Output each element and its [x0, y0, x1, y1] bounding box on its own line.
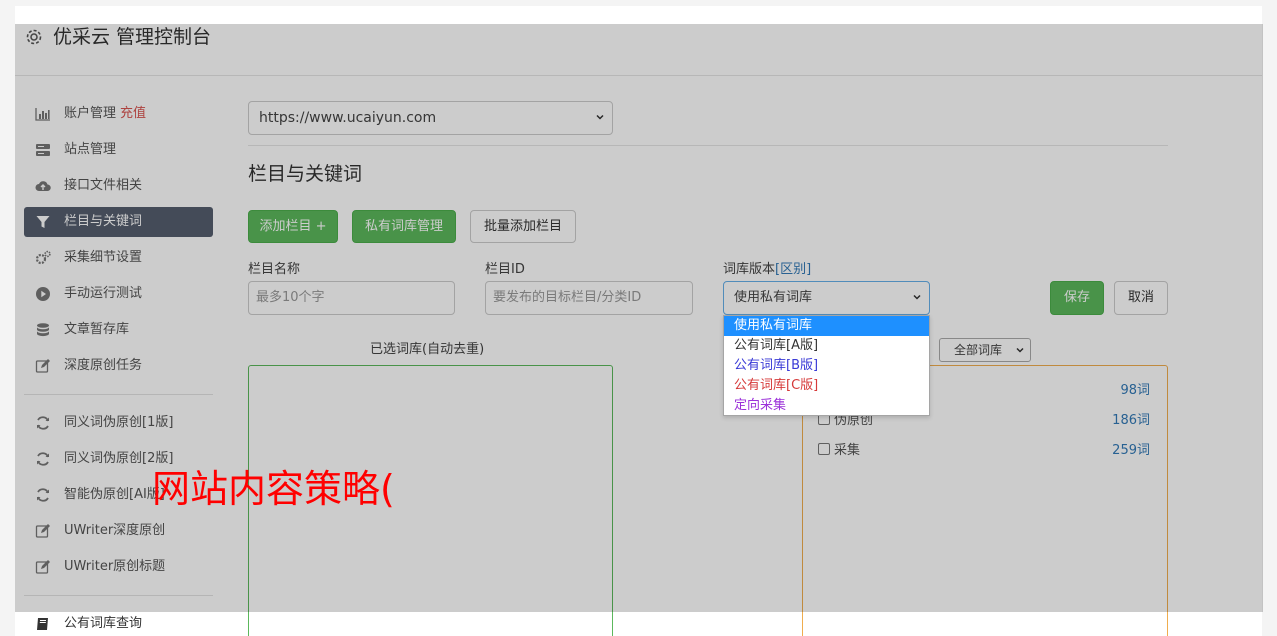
- cancel-button[interactable]: 取消: [1114, 281, 1168, 315]
- cloud-upload-icon: [35, 181, 51, 191]
- sidebar-item-label: 账户管理: [64, 106, 117, 121]
- dropdown-option[interactable]: 使用私有词库: [724, 316, 929, 336]
- library-row[interactable]: 采集 259词: [818, 441, 1150, 461]
- refresh-icon: [37, 452, 49, 466]
- sidebar-item-label: 智能伪原创[AI版]: [64, 487, 165, 502]
- chevron-down-icon: [1016, 347, 1024, 353]
- sidebar-item-label: 栏目与关键词: [64, 214, 143, 229]
- library-count: 98词: [1120, 383, 1150, 398]
- all-libraries-value: 全部词库: [954, 343, 1003, 357]
- sidebar-item-deep-original[interactable]: 深度原创任务: [24, 351, 213, 381]
- watermark-text: 网站内容策略(: [152, 467, 395, 511]
- private-library-button[interactable]: 私有词库管理: [352, 210, 456, 243]
- recharge-link[interactable]: 充值: [120, 106, 146, 121]
- refresh-icon: [37, 488, 49, 502]
- all-libraries-select[interactable]: 全部词库: [939, 338, 1031, 362]
- library-version-select[interactable]: 使用私有词库: [723, 281, 930, 315]
- library-version-label: 词库版本[区别]: [723, 262, 811, 278]
- edit-icon: [35, 359, 50, 373]
- cogs-icon: [35, 250, 51, 265]
- sidebar-item-collect-settings[interactable]: 采集细节设置: [24, 243, 213, 273]
- column-id-input[interactable]: 要发布的目标栏目/分类ID: [485, 281, 693, 315]
- add-column-button[interactable]: 添加栏目 +: [248, 210, 338, 243]
- sidebar-item-columns[interactable]: 栏目与关键词: [24, 207, 213, 237]
- library-count: 259词: [1112, 443, 1150, 458]
- dropdown-option[interactable]: 定向采集: [724, 396, 929, 416]
- dropdown-option[interactable]: 公有词库[A版]: [724, 336, 929, 356]
- sidebar-item-label: UWriter深度原创: [64, 523, 166, 538]
- filter-icon: [36, 216, 50, 228]
- bar-chart-icon: [35, 108, 50, 121]
- sidebar-item-account[interactable]: 账户管理 充值: [24, 99, 213, 129]
- batch-add-columns-button[interactable]: 批量添加栏目: [470, 210, 576, 243]
- sidebar-item-label: 文章暂存库: [64, 322, 130, 337]
- sidebar-item-uwriter-deep[interactable]: UWriter深度原创: [24, 516, 213, 546]
- refresh-icon: [37, 416, 49, 430]
- play-circle-icon: [36, 287, 50, 301]
- library-version-value: 使用私有词库: [734, 290, 813, 305]
- library-version-dropdown: 使用私有词库 公有词库[A版] 公有词库[B版] 公有词库[C版] 定向采集: [723, 315, 930, 416]
- sidebar-item-article-store[interactable]: 文章暂存库: [24, 315, 213, 345]
- site-select[interactable]: https://www.ucaiyun.com: [248, 101, 613, 135]
- server-icon: [36, 144, 50, 156]
- chevron-down-icon: [596, 114, 604, 120]
- sidebar-item-label: 同义词伪原创[1版]: [64, 415, 174, 430]
- difference-link[interactable]: [区别]: [775, 262, 811, 277]
- sidebar-item-label: 手动运行测试: [64, 286, 143, 301]
- column-id-label: 栏目ID: [485, 262, 525, 277]
- selected-libraries-label: 已选词库(自动去重): [370, 342, 485, 357]
- section-title: 栏目与关键词: [248, 163, 363, 185]
- header: 优采云 管理控制台: [15, 24, 1262, 76]
- sidebar-item-interface[interactable]: 接口文件相关: [24, 171, 213, 201]
- sidebar-divider: [24, 394, 213, 395]
- sidebar-item-synonym-v1[interactable]: 同义词伪原创[1版]: [24, 408, 213, 438]
- page-title: 优采云 管理控制台: [53, 26, 212, 48]
- database-icon: [37, 323, 49, 337]
- site-select-value: https://www.ucaiyun.com: [259, 110, 437, 126]
- dropdown-option[interactable]: 公有词库[C版]: [724, 376, 929, 396]
- column-name-label: 栏目名称: [248, 262, 301, 277]
- sidebar-item-label: 站点管理: [64, 142, 117, 157]
- sidebar-item-label: UWriter原创标题: [64, 559, 166, 574]
- sidebar-item-label: 公有词库查询: [64, 616, 143, 631]
- column-name-input[interactable]: 最多10个字: [248, 281, 455, 315]
- gear-icon: [26, 29, 42, 45]
- sidebar-item-public-library[interactable]: 公有词库查询: [24, 612, 213, 636]
- library-version-text: 词库版本: [723, 262, 776, 277]
- sidebar-item-label: 深度原创任务: [64, 358, 143, 373]
- chevron-down-icon: [913, 294, 921, 300]
- save-button[interactable]: 保存: [1050, 281, 1104, 315]
- library-count: 186词: [1112, 413, 1150, 428]
- dropdown-option[interactable]: 公有词库[B版]: [724, 356, 929, 376]
- page: 优采云 管理控制台 账户管理 充值 站点管理 接口文件相关 栏目与关键词 采集细…: [0, 0, 1277, 636]
- sidebar-divider: [24, 595, 213, 596]
- divider: [248, 145, 1168, 146]
- sidebar-item-sites[interactable]: 站点管理: [24, 135, 213, 165]
- edit-icon: [35, 560, 50, 574]
- library-checkbox[interactable]: [818, 443, 830, 455]
- sidebar-item-uwriter-title[interactable]: UWriter原创标题: [24, 552, 213, 582]
- sidebar-item-label: 采集细节设置: [64, 250, 143, 265]
- sidebar-item-manual-run[interactable]: 手动运行测试: [24, 279, 213, 309]
- sidebar-item-label: 接口文件相关: [64, 178, 143, 193]
- edit-icon: [35, 524, 50, 538]
- book-icon: [37, 618, 48, 630]
- library-name: 采集: [834, 443, 861, 458]
